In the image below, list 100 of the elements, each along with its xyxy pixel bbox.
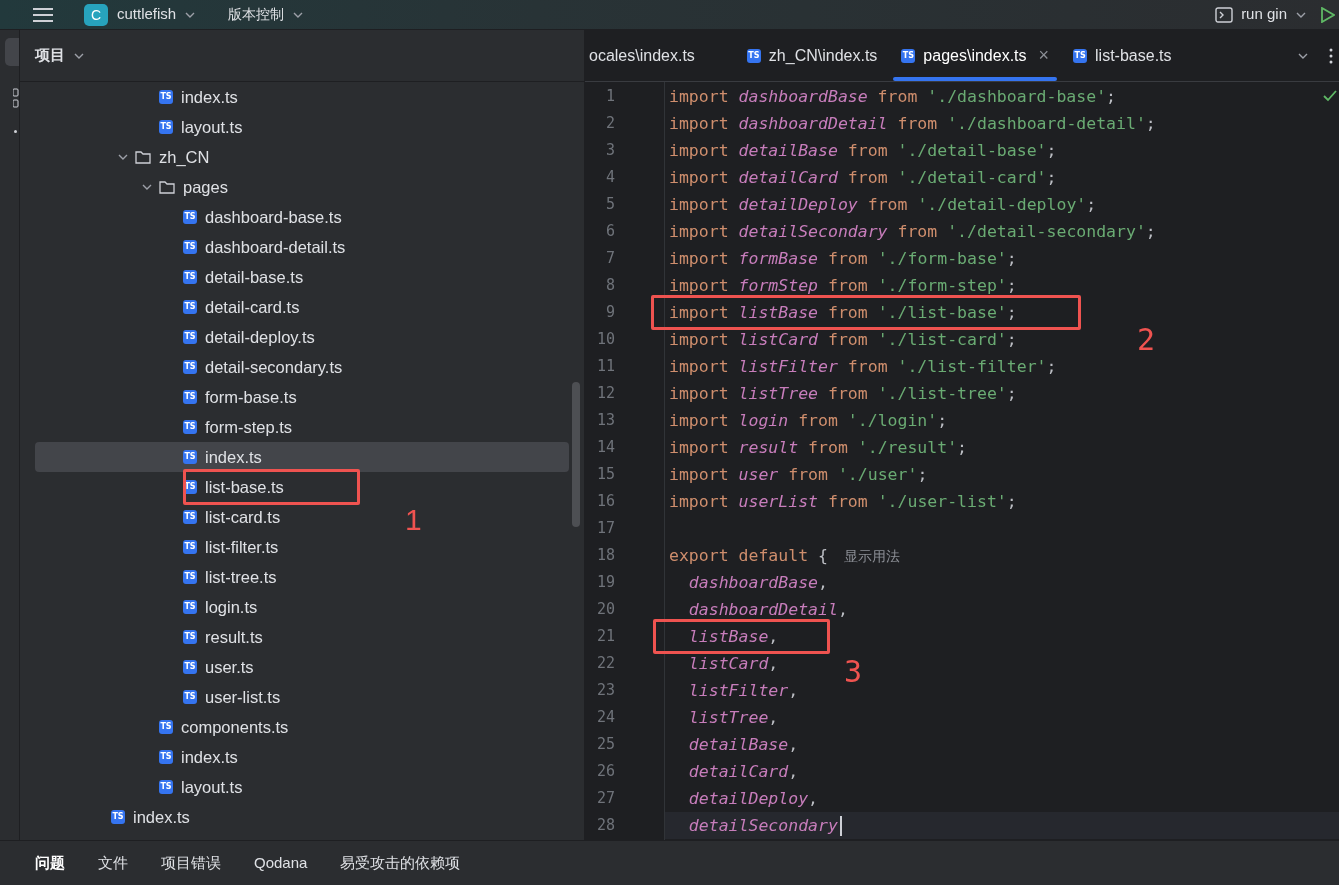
menu-icon[interactable] — [33, 6, 53, 23]
tree-item[interactable]: TS list-card.ts — [183, 504, 281, 530]
file-name: result.ts — [205, 626, 263, 648]
typescript-file-icon: TS — [183, 330, 197, 344]
tree-item[interactable]: TS index.ts — [183, 444, 262, 470]
close-icon[interactable]: × — [1038, 42, 1050, 69]
code-line: detailCard, — [687, 761, 799, 782]
typescript-file-icon: TS — [159, 120, 173, 134]
line-number: 6 — [604, 221, 615, 243]
file-name: dashboard-detail.ts — [205, 236, 346, 258]
file-name: detail-secondary.ts — [205, 356, 343, 378]
tool-window-tab[interactable]: 问题 — [35, 851, 65, 875]
editor-tab[interactable]: TS pages\index.ts × — [889, 30, 1062, 81]
tree-item[interactable]: TS components.ts — [159, 714, 289, 740]
structure-icon[interactable] — [13, 88, 19, 108]
project-dropdown[interactable]: cuttlefish — [117, 3, 197, 26]
typescript-file-icon: TS — [183, 450, 197, 464]
file-name: list-base.ts — [205, 476, 284, 498]
terminal-icon — [1215, 6, 1234, 23]
tree-item[interactable]: TS login.ts — [183, 594, 258, 620]
line-number: 17 — [595, 518, 615, 540]
typescript-file-icon: TS — [183, 420, 197, 434]
selected-row[interactable]: TS index.ts — [35, 442, 569, 472]
tool-window-tab[interactable]: 文件 — [98, 851, 128, 875]
typescript-file-icon: TS — [183, 360, 197, 374]
code-line: import detailBase from './detail-base'; — [669, 140, 1057, 161]
code-line: import listTree from './list-tree'; — [669, 383, 1017, 404]
file-name: layout.ts — [181, 776, 243, 798]
code-line: listBase, — [687, 626, 779, 647]
tree-item[interactable]: TS detail-base.ts — [183, 264, 304, 290]
typescript-file-icon: TS — [183, 240, 197, 254]
tree-item[interactable]: TS result.ts — [183, 624, 263, 650]
typescript-file-icon: TS — [183, 510, 197, 524]
more-options-icon[interactable] — [1329, 47, 1333, 64]
editor-tab[interactable]: TS list-base.ts — [1061, 30, 1184, 81]
line-number: 15 — [595, 464, 615, 486]
code-line: detailBase, — [687, 734, 799, 755]
editor-tab[interactable]: TS zh_CN\index.ts — [734, 30, 890, 81]
editor-tab[interactable]: ocales\index.ts — [585, 30, 735, 81]
more-icon[interactable] — [14, 130, 17, 133]
file-name: detail-card.ts — [205, 296, 300, 318]
line-number: 5 — [604, 194, 615, 216]
line-number: 28 — [595, 815, 615, 837]
tree-item[interactable]: TS form-step.ts — [183, 414, 293, 440]
tool-window-tab[interactable]: 项目错误 — [161, 851, 221, 875]
file-name: form-base.ts — [205, 386, 297, 408]
line-number: 21 — [595, 626, 615, 648]
tree-item[interactable]: TS detail-card.ts — [183, 294, 300, 320]
tree-item[interactable]: TS user-list.ts — [183, 684, 281, 710]
code-line: import detailSecondary from './detail-secondary'; — [669, 221, 1156, 242]
tree-item[interactable]: TS detail-secondary.ts — [183, 354, 343, 380]
typescript-file-icon: TS — [183, 600, 197, 614]
tree-item[interactable]: pages — [159, 174, 228, 200]
check-icon — [1323, 90, 1337, 102]
file-name: detail-deploy.ts — [205, 326, 315, 348]
code-line: import result from './result'; — [669, 437, 968, 458]
tree-item[interactable]: TS user.ts — [183, 654, 254, 680]
tree-item[interactable]: TS dashboard-base.ts — [183, 204, 342, 230]
code-line: import formStep from './form-step'; — [669, 275, 1017, 296]
tool-window-tab[interactable]: 易受攻击的依赖项 — [340, 851, 461, 875]
typescript-file-icon: TS — [159, 780, 173, 794]
file-name: list-tree.ts — [205, 566, 277, 588]
file-name: list-filter.ts — [205, 536, 279, 558]
line-number: 10 — [595, 329, 615, 351]
code-line: import userList from './user-list'; — [669, 491, 1017, 512]
code-line: listCard, — [687, 653, 779, 674]
tree-item[interactable]: TS index.ts — [159, 84, 238, 110]
code-line: import listBase from './list-base'; — [669, 302, 1017, 323]
tree-item[interactable]: TS form-base.ts — [183, 384, 297, 410]
typescript-file-icon: TS — [183, 630, 197, 644]
tree-item[interactable]: TS index.ts — [111, 804, 190, 830]
tree-item[interactable]: TS dashboard-detail.ts — [183, 234, 346, 260]
tree-item[interactable]: TS layout.ts — [159, 774, 243, 800]
tree-item[interactable]: zh_CN — [135, 144, 210, 170]
file-name: index.ts — [181, 746, 238, 768]
typescript-file-icon: TS — [183, 690, 197, 704]
run-icon[interactable] — [1321, 6, 1335, 23]
file-name: list-card.ts — [205, 506, 281, 528]
run-config-dropdown[interactable]: run gin — [1241, 3, 1307, 26]
typescript-file-icon: TS — [159, 750, 173, 764]
vcs-dropdown[interactable]: 版本控制 — [228, 4, 305, 25]
typescript-file-icon: TS — [159, 90, 173, 104]
code-line: import listFilter from './list-filter'; — [669, 356, 1057, 377]
tool-window-tab[interactable]: Qodana — [254, 851, 308, 875]
folder-icon — [159, 180, 175, 194]
annotation-number: 3 — [844, 657, 863, 687]
project-view-dropdown[interactable]: 项目 — [35, 44, 85, 67]
tree-item[interactable]: TS list-filter.ts — [183, 534, 279, 560]
tree-item[interactable]: TS detail-deploy.ts — [183, 324, 315, 350]
code-line: export default { 显示用法 — [669, 545, 900, 566]
tree-item[interactable]: TS index.ts — [159, 744, 238, 770]
line-number: 26 — [595, 761, 615, 783]
tree-item[interactable]: TS list-tree.ts — [183, 564, 277, 590]
typescript-file-icon: TS — [1073, 48, 1088, 63]
tree-item[interactable]: TS layout.ts — [159, 114, 243, 140]
tree-item[interactable]: TS list-base.ts — [183, 474, 284, 500]
code-line: import listCard from './list-card'; — [669, 329, 1017, 350]
line-number: 12 — [595, 383, 615, 405]
code-line: dashboardBase, — [687, 572, 828, 593]
line-number: 18 — [595, 545, 615, 567]
